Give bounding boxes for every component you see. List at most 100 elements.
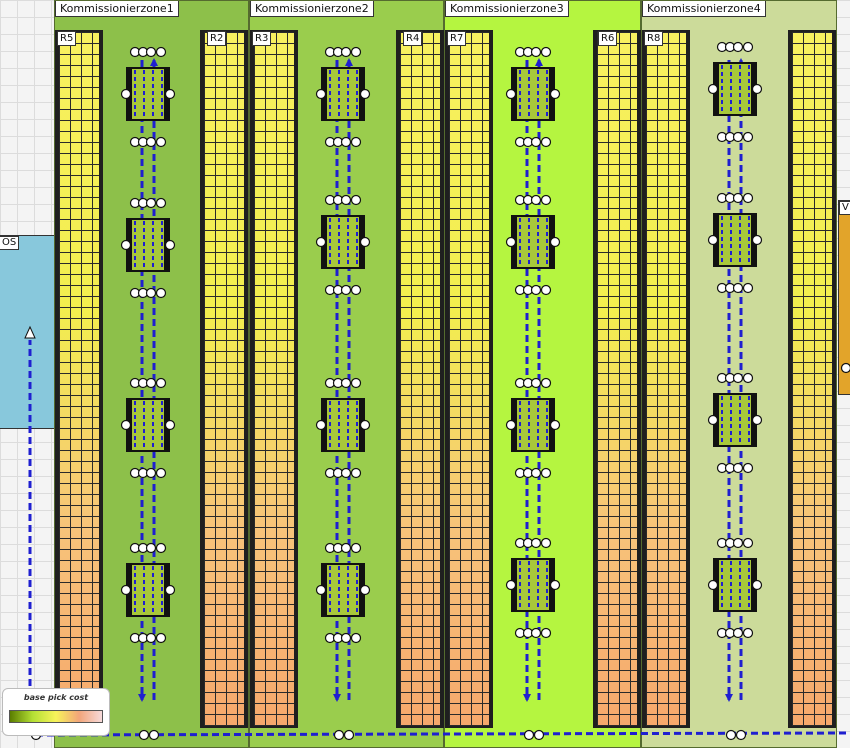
pick-station-z1-2-top-node-2 [340, 377, 352, 389]
pick-station-z2-2-top-node-2 [530, 377, 542, 389]
pick-station-z0-2-port-left [120, 419, 132, 431]
pick-station-z1-3-top-node-2 [340, 542, 352, 554]
bottom-node-z2-b [533, 729, 545, 741]
pick-station-z2-1-top-node-2 [530, 194, 542, 206]
pick-station-z2-3-port-left [505, 579, 517, 591]
pick-station-z2-3-top-node-3 [540, 537, 552, 549]
bottom-node-z2-a [523, 729, 535, 741]
pick-station-z0-0-top-node-2 [145, 46, 157, 58]
rack-r7-label: R7 [447, 31, 467, 46]
pick-station-z3-1-bottom-node-2 [732, 282, 744, 294]
pick-station-z2-0-top-node-2 [530, 46, 542, 58]
pick-station-z2-2-bottom-node-2 [530, 467, 542, 479]
pick-station-z3-1-port-left [707, 234, 719, 246]
pick-station-z3-2-top-node-2 [732, 372, 744, 384]
pick-station-z0-1-port-left [120, 239, 132, 251]
rack-r8-label: R8 [644, 31, 664, 46]
pick-station-z1-1-top-node-3 [350, 194, 362, 206]
pick-station-z3-2-bottom-node-2 [732, 462, 744, 474]
pick-station-z2-3-port-right [549, 579, 561, 591]
pick-station-z3-0-port-right [751, 83, 763, 95]
pick-station-z2-3-bottom-node-3 [540, 627, 552, 639]
pick-station-z0-3-port-right [164, 584, 176, 596]
pick-station-z0-0-port-right [164, 88, 176, 100]
pick-station-z3-2-port-left [707, 414, 719, 426]
pick-station-z1-1-top-node-2 [340, 194, 352, 206]
pick-station-z3-0-port-left [707, 83, 719, 95]
pick-station-z1-3-port-right [359, 584, 371, 596]
pick-station-z2-2-port-right [549, 419, 561, 431]
pick-station-z3-2-port-right [751, 414, 763, 426]
pick-station-z1-0-top-node-2 [340, 46, 352, 58]
pick-station-z0-1-port-right [164, 239, 176, 251]
pick-station-z3-1-bottom-node-3 [742, 282, 754, 294]
pick-station-z1-2-bottom-node-3 [350, 467, 362, 479]
bottom-node-z0-a [138, 729, 150, 741]
rack-r4-label: R4 [403, 31, 423, 46]
right-station-node [840, 362, 850, 374]
pick-station-z2-3-top-node-2 [530, 537, 542, 549]
legend-color-scale [9, 710, 103, 723]
pick-station-z0-1-top-node-2 [145, 197, 157, 209]
pick-station-z1-3-bottom-node-3 [350, 632, 362, 644]
pick-station-z0-0-bottom-node-3 [155, 136, 167, 148]
pick-station-z3-0-bottom-node-3 [742, 131, 754, 143]
pick-station-z1-0-port-left [315, 88, 327, 100]
pick-station-z2-0-port-right [549, 88, 561, 100]
pick-station-z3-3-top-node-3 [742, 537, 754, 549]
pick-station-z3-3-port-right [751, 579, 763, 591]
pick-station-z2-2-bottom-node-3 [540, 467, 552, 479]
bottom-node-z3-a [725, 729, 737, 741]
pick-station-z1-2-top-node-3 [350, 377, 362, 389]
pick-station-z1-2-port-right [359, 419, 371, 431]
pick-station-z1-3-port-left [315, 584, 327, 596]
pick-station-z2-0-bottom-node-2 [530, 136, 542, 148]
bottom-node-z3-b [735, 729, 747, 741]
pick-station-z2-2-port-left [505, 419, 517, 431]
pick-station-z0-2-bottom-node-2 [145, 467, 157, 479]
pick-station-z0-0-bottom-node-2 [145, 136, 157, 148]
pick-station-z0-2-bottom-node-3 [155, 467, 167, 479]
pick-station-z0-2-top-node-3 [155, 377, 167, 389]
pick-station-z0-2-top-node-2 [145, 377, 157, 389]
legend-title: base pick cost [23, 693, 89, 702]
pick-station-z2-0-port-left [505, 88, 517, 100]
pick-station-z1-0-port-right [359, 88, 371, 100]
pick-station-z2-1-port-left [505, 236, 517, 248]
pick-station-z3-2-bottom-node-3 [742, 462, 754, 474]
pick-station-z3-3-top-node-2 [732, 537, 744, 549]
bottom-node-z1-b [343, 729, 355, 741]
pick-station-z3-1-port-right [751, 234, 763, 246]
pick-station-z0-3-bottom-node-3 [155, 632, 167, 644]
pick-station-z0-1-bottom-node-2 [145, 287, 157, 299]
pick-station-z3-0-bottom-node-2 [732, 131, 744, 143]
pick-station-z3-1-top-node-3 [742, 192, 754, 204]
pick-station-z0-1-top-node-3 [155, 197, 167, 209]
pick-station-z0-2-port-right [164, 419, 176, 431]
pick-station-z0-0-top-node-3 [155, 46, 167, 58]
pick-station-z0-3-top-node-2 [145, 542, 157, 554]
pick-station-z2-0-top-node-3 [540, 46, 552, 58]
pick-station-z3-2-top-node-3 [742, 372, 754, 384]
pick-station-z2-1-bottom-node-3 [540, 284, 552, 296]
pick-station-z3-3-port-left [707, 579, 719, 591]
pick-station-z2-3-bottom-node-2 [530, 627, 542, 639]
pick-station-z1-0-bottom-node-3 [350, 136, 362, 148]
pick-station-z1-1-bottom-node-3 [350, 284, 362, 296]
pick-station-z1-0-bottom-node-2 [340, 136, 352, 148]
pick-station-z2-1-port-right [549, 236, 561, 248]
bottom-node-z1-a [333, 729, 345, 741]
pick-station-z3-3-bottom-node-2 [732, 627, 744, 639]
rack-r3-label: R3 [252, 31, 272, 46]
flow-network [24, 41, 850, 741]
pick-station-z1-1-port-right [359, 236, 371, 248]
rack-r6-label: R6 [598, 31, 618, 46]
pick-station-z2-1-top-node-3 [540, 194, 552, 206]
pick-station-z1-2-bottom-node-2 [340, 467, 352, 479]
pick-station-z3-1-top-node-2 [732, 192, 744, 204]
pick-station-z3-0-top-node-3 [742, 41, 754, 53]
cost-legend: base pick cost [2, 688, 110, 736]
pick-station-z0-3-port-left [120, 584, 132, 596]
rack-r5-label: R5 [57, 31, 77, 46]
bottom-node-z0-b [148, 729, 160, 741]
